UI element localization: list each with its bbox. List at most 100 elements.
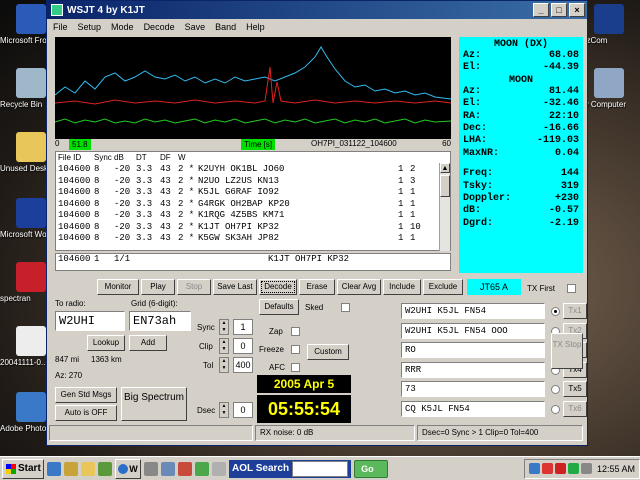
menu-save[interactable]: Save [185,22,206,32]
gen-std-msgs-button[interactable]: Gen Std Msgs [55,387,117,403]
tx-message-4[interactable]: RRR [401,361,545,378]
tx-stop-button[interactable]: TX Stop [551,333,583,369]
dsec-value[interactable]: 0 [233,402,253,418]
save-last-button[interactable]: Save Last [213,279,257,295]
menu-help[interactable]: Help [246,22,265,32]
tray-icon-4[interactable] [567,463,579,474]
scroll-thumb[interactable] [440,175,450,197]
decode-scrollbar[interactable]: ▲ [439,163,450,251]
taskbar-word-label: W [129,463,138,474]
go-button[interactable]: Go [354,459,389,478]
sked-checkbox[interactable] [341,303,350,312]
clear-avg-button[interactable]: Clear Avg [337,279,381,295]
spectrum-plot[interactable] [55,37,451,139]
tol-spinner[interactable]: ▲ ▼ [219,357,229,373]
tray-icon-3[interactable] [554,463,566,474]
decode-cell-n1: 1 [398,175,404,186]
monitor-button[interactable]: Monitor [97,279,139,295]
decode-row[interactable]: 104600 8 -20 3.3 43 2 * K5JL G6RAF IO92 1 1 [56,187,450,199]
play-button[interactable]: Play [141,279,175,295]
exclude-button[interactable]: Exclude [423,279,463,295]
tx-message-2[interactable]: W2UHI K5JL FN54 OOO [401,322,545,339]
decode-row[interactable]: 104600 8 -20 3.3 43 2 * K5GW SK3AH JP82 1 1 [56,233,450,245]
decode-cell-dt: 3.3 [136,175,153,186]
title-bar[interactable]: WSJT 4 by K1JT _ □ × [47,1,587,19]
to-radio-input[interactable]: W2UHI [55,311,125,331]
search-quicklaunch-icon[interactable] [195,461,209,476]
app-quicklaunch-icon[interactable] [64,461,78,476]
auto-button[interactable]: Auto is OFF [55,405,117,421]
params-status: Dsec=0 Sync > 1 Clip=0 Tol=400 [417,425,583,441]
tol-value[interactable]: 400 [233,357,253,373]
volume-icon[interactable] [580,463,592,474]
defaults-button[interactable]: Defaults [259,299,299,315]
custom-button[interactable]: Custom [307,344,349,360]
menu-band[interactable]: Band [215,22,236,32]
tx-first-checkbox[interactable] [567,284,576,293]
tray-icon-2[interactable] [541,463,553,474]
decode-list[interactable]: File ID Sync dB DT DF W 104600 8 -20 3.3 43 2… [55,151,451,251]
decode-row[interactable]: 104600 8 -20 3.3 43 2 * G4RGK OH2BAP KP20 1 1 [56,199,450,211]
browser-quicklaunch-icon[interactable] [47,461,61,476]
decode-cell-sync: 8 [94,175,100,186]
menu-decode[interactable]: Decode [144,22,175,32]
zap-checkbox[interactable] [291,327,300,336]
tx6-button[interactable]: Tx6 [563,400,587,417]
decode-button[interactable]: Decode [259,279,297,295]
menu-setup[interactable]: Setup [78,22,102,32]
maximize-button[interactable]: □ [551,3,567,17]
tx-radio-5[interactable] [551,385,560,394]
sync-spinner[interactable]: ▲ ▼ [219,319,229,335]
tool-quicklaunch-icon[interactable] [144,461,158,476]
tx5-button[interactable]: Tx5 [563,381,587,397]
media-quicklaunch-icon[interactable] [98,461,112,476]
tx-radio-1[interactable] [551,307,560,316]
close-button[interactable]: × [569,3,585,17]
decode-row[interactable]: 104600 8 -20 3.3 43 2 * K2UYH OK1BL JO60 1 2 [56,164,450,176]
decode-cell-n2: 2 [410,164,416,174]
decode-row[interactable]: 104600 8 -20 3.3 43 2 * K1RQG 4Z5BS KM71 1 1 [56,210,450,222]
freeze-checkbox[interactable] [291,345,300,354]
include-button[interactable]: Include [383,279,421,295]
col-dt: DT [136,153,147,162]
tx-message-6[interactable]: CQ K5JL FN54 [401,400,545,417]
menu-mode[interactable]: Mode [111,22,134,32]
taskbar-word-button[interactable]: W [115,458,141,479]
start-button[interactable]: Start [2,458,44,479]
download-quicklaunch-icon[interactable] [161,461,175,476]
distance-km: 1363 km [91,355,122,364]
menu-file[interactable]: File [53,22,68,32]
zap-label: Zap [269,327,283,336]
decode-row[interactable]: 104600 8 -20 3.3 43 2 * N2UO LZ2US KN13 1 3 [56,176,450,188]
big-spectrum-label: Big Spectrum [123,392,185,403]
tx-message-5[interactable]: 73 [401,381,545,397]
tx-message-3[interactable]: RO [401,342,545,358]
lookup-button[interactable]: Lookup [87,335,125,351]
clip-spinner[interactable]: ▲ ▼ [219,338,229,354]
dsec-label: Dsec [197,406,216,415]
tx-radio-6[interactable] [551,404,560,414]
decode-cell-n2: 1 [410,233,416,243]
add-button[interactable]: Add [129,335,167,351]
aol-search-input[interactable] [292,460,349,477]
tray-icon-1[interactable] [528,463,540,474]
printer-quicklaunch-icon[interactable] [212,461,226,476]
big-spectrum-button[interactable]: Big Spectrum [121,387,187,421]
scale-right-label: 60 [442,139,451,148]
afc-checkbox[interactable] [291,363,300,372]
grid-input[interactable]: EN73ah [129,311,191,331]
clip-value[interactable]: 0 [233,338,253,354]
scroll-up-button[interactable]: ▲ [440,163,450,173]
sync-value[interactable]: 1 [233,319,253,335]
minimize-button[interactable]: _ [533,3,549,17]
folder-quicklaunch-icon[interactable] [81,461,95,476]
chart-quicklaunch-icon[interactable] [178,461,192,476]
erase-button[interactable]: Erase [299,279,335,295]
decode-row[interactable]: 104600 8 -20 3.3 43 2 * K1JT OH7PI KP32 1 10 [56,222,450,234]
decode-cell-file: 104600 [58,198,91,209]
dsec-spinner[interactable]: ▲ ▼ [219,402,229,418]
tx1-button[interactable]: Tx1 [563,303,587,319]
decode-cell-w: 2 * [178,210,195,220]
stop-button[interactable]: Stop [177,279,211,295]
tx-message-1[interactable]: W2UHI K5JL FN54 [401,303,545,319]
